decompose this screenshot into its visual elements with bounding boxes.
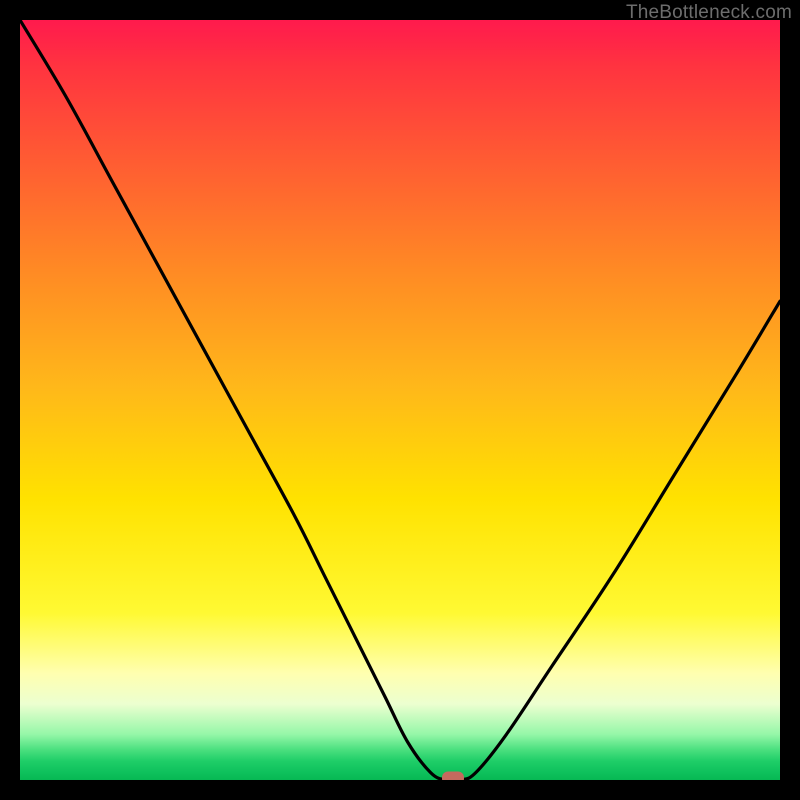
optimum-marker — [442, 772, 464, 780]
chart-frame: TheBottleneck.com — [0, 0, 800, 800]
curve-svg — [20, 20, 780, 780]
bottleneck-curve — [20, 20, 780, 780]
plot-area — [20, 20, 780, 780]
